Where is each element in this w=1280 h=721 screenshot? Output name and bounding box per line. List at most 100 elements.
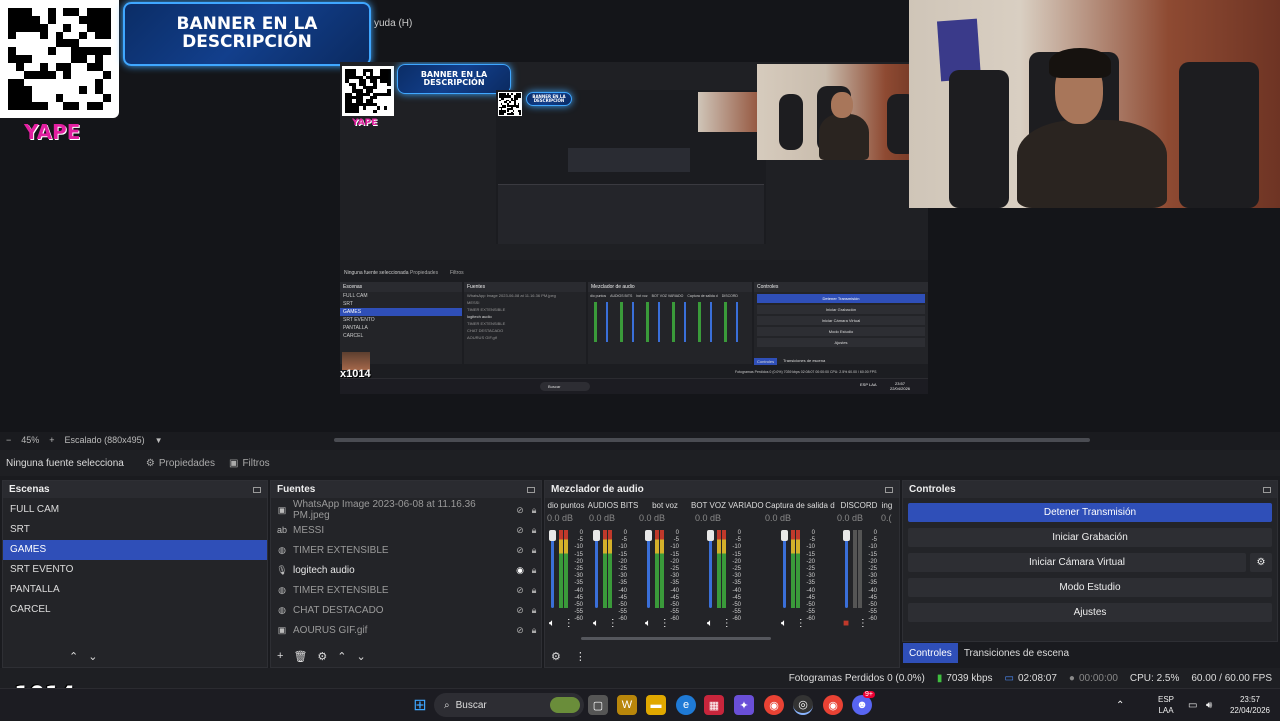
undock-icon[interactable]: [527, 486, 535, 493]
fader-knob[interactable]: [593, 530, 600, 541]
source-item[interactable]: ◍ TIMER EXTENSIBLE ⊘ 🔒︎: [271, 580, 541, 600]
volume-icon[interactable]: 🔊︎: [1206, 689, 1212, 721]
menu-dots-icon[interactable]: ⋮: [858, 618, 868, 629]
source-item[interactable]: ◍ TIMER EXTENSIBLE ⊘ 🔒︎: [271, 540, 541, 560]
speaker-icon[interactable]: 🔈︎: [645, 618, 651, 629]
settings-button[interactable]: Ajustes: [908, 603, 1272, 622]
advanced-audio-icon[interactable]: ⚙: [551, 650, 561, 663]
scene-item-selected[interactable]: GAMES: [3, 540, 267, 560]
volume-fader[interactable]: [647, 534, 650, 608]
lock-icon[interactable]: 🔒︎: [527, 505, 541, 516]
scale-dropdown-icon[interactable]: ▼: [155, 436, 163, 445]
muted-speaker-icon[interactable]: ■: [843, 618, 849, 629]
start-virtual-cam-button[interactable]: Iniciar Cámara Virtual: [908, 553, 1246, 572]
sources-header: Fuentes: [271, 481, 541, 498]
eye-hidden-icon[interactable]: ⊘: [513, 525, 527, 536]
move-up-icon[interactable]: ⌃: [337, 650, 346, 663]
eye-hidden-icon[interactable]: ⊘: [513, 505, 527, 516]
undock-icon[interactable]: [1263, 486, 1271, 493]
volume-fader[interactable]: [595, 534, 598, 608]
fader-knob[interactable]: [707, 530, 714, 541]
chrome-2-icon[interactable]: ◉: [823, 695, 843, 715]
scene-item[interactable]: CARCEL: [3, 600, 267, 620]
menu-dots-icon[interactable]: ⋮: [796, 618, 806, 629]
speaker-icon[interactable]: 🔈︎: [593, 618, 599, 629]
menu-dots-icon[interactable]: ⋮: [575, 650, 586, 663]
tab-controls[interactable]: Controles: [903, 643, 958, 663]
mixer-scrollbar[interactable]: [581, 637, 771, 640]
tab-scene-transitions[interactable]: Transiciones de escena: [958, 643, 1075, 663]
studio-mode-button[interactable]: Modo Estudio: [908, 578, 1272, 597]
chrome-icon[interactable]: ◉: [764, 695, 784, 715]
speaker-icon[interactable]: 🔈︎: [549, 618, 555, 629]
copilot-icon[interactable]: ✦: [734, 695, 754, 715]
gear-icon[interactable]: ⚙: [317, 650, 327, 663]
undock-icon[interactable]: [885, 486, 893, 493]
undock-icon[interactable]: [253, 486, 261, 493]
fader-knob[interactable]: [843, 530, 850, 541]
start-recording-button[interactable]: Iniciar Grabación: [908, 528, 1272, 547]
zoom-in-button[interactable]: +: [49, 435, 54, 445]
source-item[interactable]: ab MESSI ⊘ 🔒︎: [271, 520, 541, 540]
source-item[interactable]: ▣ AOURUS GIF.gif ⊘ 🔒︎: [271, 620, 541, 640]
fader-knob[interactable]: [781, 530, 788, 541]
nested-obs-ui: Ninguna fuente seleccionada Propiedades …: [340, 260, 928, 394]
properties-button[interactable]: ⚙ Propiedades: [146, 458, 215, 469]
file-explorer-icon[interactable]: ▬: [646, 695, 666, 715]
fader-knob[interactable]: [645, 530, 652, 541]
source-item[interactable]: ◍ CHAT DESTACADO ⊘ 🔒︎: [271, 600, 541, 620]
scene-item[interactable]: PANTALLA: [3, 580, 267, 600]
obs-icon[interactable]: ◎: [793, 695, 813, 715]
stop-stream-button[interactable]: Detener Transmisión: [908, 503, 1272, 522]
preview-canvas[interactable]: YAPE BANNER EN LA DESCRIPCIÓN yuda (H) Y…: [0, 0, 1280, 688]
task-view-icon[interactable]: ▢: [588, 695, 608, 715]
menu-dots-icon[interactable]: ⋮: [722, 618, 732, 629]
language-indicator[interactable]: ESP LAA: [1158, 689, 1174, 721]
speaker-icon[interactable]: 🔈︎: [781, 618, 787, 629]
windows-start-icon[interactable]: ⊞: [410, 695, 430, 715]
eye-hidden-icon[interactable]: ⊘: [513, 605, 527, 616]
filters-button[interactable]: ▣ Filtros: [229, 458, 270, 469]
scene-item[interactable]: SRT: [3, 520, 267, 540]
obs-menu-help[interactable]: yuda (H): [374, 18, 412, 29]
zoom-out-button[interactable]: −: [6, 435, 11, 445]
eye-hidden-icon[interactable]: ⊘: [513, 625, 527, 636]
preview-scrollbar[interactable]: [334, 438, 1090, 442]
volume-fader[interactable]: [783, 534, 786, 608]
discord-icon[interactable]: ☻: [852, 695, 872, 715]
taskbar-search[interactable]: ⌕ Buscar: [434, 693, 584, 717]
eye-hidden-icon[interactable]: ⊘: [513, 545, 527, 556]
edge-icon[interactable]: e: [676, 695, 696, 715]
add-icon[interactable]: +: [277, 650, 283, 663]
eye-icon[interactable]: ◉: [513, 565, 527, 576]
clock[interactable]: 23:57 22/04/2026: [1226, 689, 1274, 721]
speaker-icon[interactable]: 🔈︎: [707, 618, 713, 629]
volume-fader[interactable]: [551, 534, 554, 608]
move-down-icon[interactable]: ⌄: [88, 650, 97, 663]
lock-icon[interactable]: 🔒︎: [527, 525, 541, 536]
menu-dots-icon[interactable]: ⋮: [660, 618, 670, 629]
menu-dots-icon[interactable]: ⋮: [608, 618, 618, 629]
source-item[interactable]: ▣ WhatsApp Image 2023-06-08 at 11.16.36 P…: [271, 499, 541, 521]
volume-fader[interactable]: [845, 534, 848, 608]
source-item[interactable]: 🎙︎ logitech audio ◉ 🔒︎: [271, 560, 541, 580]
lock-icon[interactable]: 🔒︎: [527, 565, 541, 576]
scene-item[interactable]: FULL CAM: [3, 500, 267, 520]
app-w-icon[interactable]: W: [617, 695, 637, 715]
eye-hidden-icon[interactable]: ⊘: [513, 585, 527, 596]
move-up-icon[interactable]: ⌃: [69, 650, 78, 663]
lock-icon[interactable]: 🔒︎: [527, 625, 541, 636]
scene-item[interactable]: SRT EVENTO: [3, 560, 267, 580]
volume-fader[interactable]: [709, 534, 712, 608]
menu-dots-icon[interactable]: ⋮: [564, 618, 574, 629]
fader-knob[interactable]: [549, 530, 556, 541]
tray-chevron-icon[interactable]: ⌃: [1116, 689, 1124, 721]
lock-icon[interactable]: 🔒︎: [527, 545, 541, 556]
app-store-icon[interactable]: ▦: [704, 695, 724, 715]
move-down-icon[interactable]: ⌄: [357, 650, 366, 663]
virtual-cam-gear-icon[interactable]: ⚙: [1250, 553, 1272, 572]
lock-icon[interactable]: 🔒︎: [527, 605, 541, 616]
trash-icon[interactable]: 🗑︎: [293, 650, 307, 663]
lock-icon[interactable]: 🔒︎: [527, 585, 541, 596]
network-icon[interactable]: ▭: [1188, 689, 1197, 721]
